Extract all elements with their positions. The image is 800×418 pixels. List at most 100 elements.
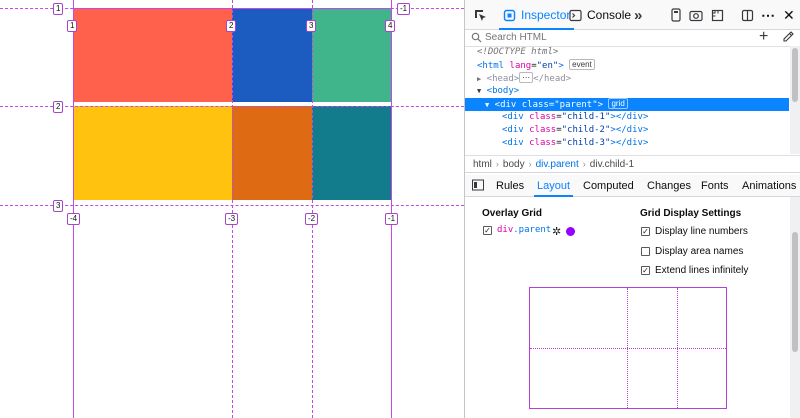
tab-animations[interactable]: Animations bbox=[742, 175, 796, 197]
tab-layout[interactable]: Layout bbox=[534, 175, 574, 197]
collapse-parent-arrow-icon[interactable]: ▼ bbox=[485, 101, 489, 109]
breadcrumb-body[interactable]: body bbox=[503, 159, 525, 170]
line-number-col-top-1: 1 bbox=[67, 20, 78, 32]
display-line-numbers-label: Display line numbers bbox=[655, 226, 748, 237]
lang-value: "en" bbox=[536, 61, 559, 71]
chevron-right-icon: › bbox=[495, 159, 499, 169]
markup-child-node[interactable]: <div class="child-3"></div> bbox=[465, 137, 789, 150]
tab-changes[interactable]: Changes bbox=[647, 175, 691, 197]
grid-line-row-2 bbox=[0, 106, 464, 107]
eyedropper-icon[interactable] bbox=[783, 31, 794, 46]
doctype-text: <!DOCTYPE html> bbox=[477, 47, 559, 57]
grid-cell-child-2[interactable] bbox=[232, 8, 312, 102]
display-line-numbers-checkbox[interactable]: ✓ bbox=[641, 227, 650, 236]
line-number-col-bottom-2: -3 bbox=[225, 213, 239, 225]
markup-div-parent-node[interactable]: ▼ <div class="parent"> grid bbox=[465, 98, 789, 111]
tab-fonts[interactable]: Fonts bbox=[701, 175, 729, 197]
more-tools-chevron-icon[interactable]: » bbox=[634, 0, 642, 30]
measure-icon[interactable] bbox=[711, 0, 724, 30]
line-number-col-top-4: 4 bbox=[385, 20, 396, 32]
markup-view: <!DOCTYPE html> <html lang="en"> event ▶… bbox=[465, 46, 789, 154]
toggle-sidebar-icon[interactable] bbox=[472, 175, 484, 197]
console-icon bbox=[569, 9, 582, 21]
grid-display-settings-title: Grid Display Settings bbox=[640, 208, 742, 219]
inspector-icon bbox=[503, 9, 516, 21]
responsive-design-icon[interactable] bbox=[670, 0, 682, 30]
grid-line-row-3 bbox=[0, 205, 464, 206]
dock-toggle-icon[interactable] bbox=[741, 0, 754, 30]
element-picker-icon[interactable] bbox=[473, 0, 487, 30]
overlay-grid-title: Overlay Grid bbox=[482, 208, 543, 219]
line-number-col-bottom-3: -2 bbox=[305, 213, 319, 225]
expand-head-arrow-icon[interactable]: ▶ bbox=[477, 75, 481, 83]
grid-cell-child-3[interactable] bbox=[312, 8, 392, 102]
markup-child-node[interactable]: <div class="child-1"></div> bbox=[465, 111, 789, 124]
grid-cell-child-6[interactable] bbox=[312, 106, 392, 200]
head-tag: head bbox=[492, 74, 514, 84]
grid-cell-child-4[interactable] bbox=[73, 106, 232, 200]
head-collapsed-ellipsis[interactable]: ⋯ bbox=[519, 72, 534, 83]
grid-badge[interactable]: grid bbox=[608, 98, 628, 109]
tab-inspector[interactable]: Inspector bbox=[499, 0, 575, 30]
add-node-button[interactable]: + bbox=[759, 28, 768, 46]
search-icon bbox=[471, 32, 482, 46]
highlight-settings-icon[interactable]: ✲ bbox=[552, 225, 561, 238]
line-number-col-top-2: 2 bbox=[226, 20, 237, 32]
chevron-right-icon: › bbox=[528, 159, 532, 169]
display-area-names-checkbox[interactable] bbox=[641, 247, 650, 256]
extend-lines-checkbox[interactable]: ✓ bbox=[641, 266, 650, 275]
line-number-col-bottom-1: -4 bbox=[67, 213, 81, 225]
markup-html-node[interactable]: <html lang="en"> event bbox=[465, 59, 789, 72]
chevron-right-icon: › bbox=[582, 159, 586, 169]
tab-computed[interactable]: Computed bbox=[583, 175, 634, 197]
search-html-input[interactable] bbox=[485, 30, 745, 45]
child-tag: div bbox=[507, 138, 524, 148]
markup-scrollbar[interactable] bbox=[790, 46, 800, 154]
event-badge[interactable]: event bbox=[569, 59, 595, 70]
child-close-tag: /div bbox=[621, 125, 643, 135]
child-close-tag: /div bbox=[621, 138, 643, 148]
overlay-grid-checkbox[interactable]: ✓ bbox=[483, 226, 492, 235]
markup-child-node[interactable]: <div class="child-2"></div> bbox=[465, 124, 789, 137]
overlay-grid-item[interactable]: div.parent bbox=[497, 225, 551, 235]
breadcrumb-div-parent[interactable]: div.parent bbox=[536, 159, 579, 170]
markup-doctype[interactable]: <!DOCTYPE html> bbox=[465, 46, 789, 59]
breadcrumb-div-child-1[interactable]: div.child-1 bbox=[590, 159, 634, 170]
breadcrumb-html[interactable]: html bbox=[473, 159, 492, 170]
line-number-col-bottom-4: -1 bbox=[385, 213, 399, 225]
lang-attribute: lang bbox=[509, 61, 532, 71]
line-number-col-top-3: 3 bbox=[306, 20, 317, 32]
line-number-row-1: 1 bbox=[53, 3, 64, 15]
tab-inspector-label: Inspector bbox=[521, 8, 571, 22]
layout-panel: Overlay Grid ✓ div.parent ✲ Grid Display… bbox=[465, 197, 800, 418]
child-class-attribute: class bbox=[529, 112, 557, 122]
search-html-bar: + bbox=[465, 28, 800, 47]
layout-scrollbar[interactable] bbox=[790, 197, 800, 418]
tab-console-label: Console bbox=[587, 8, 632, 22]
child-class-attribute: class bbox=[529, 138, 557, 148]
close-icon[interactable]: ✕ bbox=[783, 0, 795, 30]
collapse-body-arrow-icon[interactable]: ▼ bbox=[477, 87, 481, 95]
screenshot-icon[interactable] bbox=[689, 0, 703, 30]
grid-line-row-1-solid bbox=[73, 8, 391, 9]
extend-lines-label: Extend lines infinitely bbox=[655, 265, 749, 276]
tab-layout-label: Layout bbox=[537, 180, 571, 192]
sidebar-tabs: Rules Layout Computed Changes Fonts Anim… bbox=[465, 175, 800, 197]
markup-body-node[interactable]: ▼ <body> bbox=[465, 85, 789, 98]
line-number-row-2: 2 bbox=[53, 101, 64, 113]
html-tag: html bbox=[482, 61, 505, 71]
grid-color-swatch[interactable] bbox=[566, 227, 575, 236]
markup-head-node[interactable]: ▶ <head> ⋯ </head> bbox=[465, 72, 789, 85]
parent-class-attribute: class bbox=[521, 100, 549, 110]
child-class-value: "child-1" bbox=[561, 112, 611, 122]
tab-rules[interactable]: Rules bbox=[496, 175, 524, 197]
grid-cell-child-1[interactable] bbox=[73, 8, 232, 102]
parent-tag: div bbox=[500, 100, 517, 110]
more-options-icon[interactable]: ⋯ bbox=[761, 0, 775, 30]
child-class-value: "child-2" bbox=[561, 125, 611, 135]
grid-line-col-3 bbox=[312, 0, 313, 418]
child-class-attribute: class bbox=[529, 125, 557, 135]
tab-console[interactable]: Console bbox=[569, 0, 631, 30]
grid-cell-child-5[interactable] bbox=[232, 106, 312, 200]
overlay-item-tag: div bbox=[497, 225, 514, 235]
